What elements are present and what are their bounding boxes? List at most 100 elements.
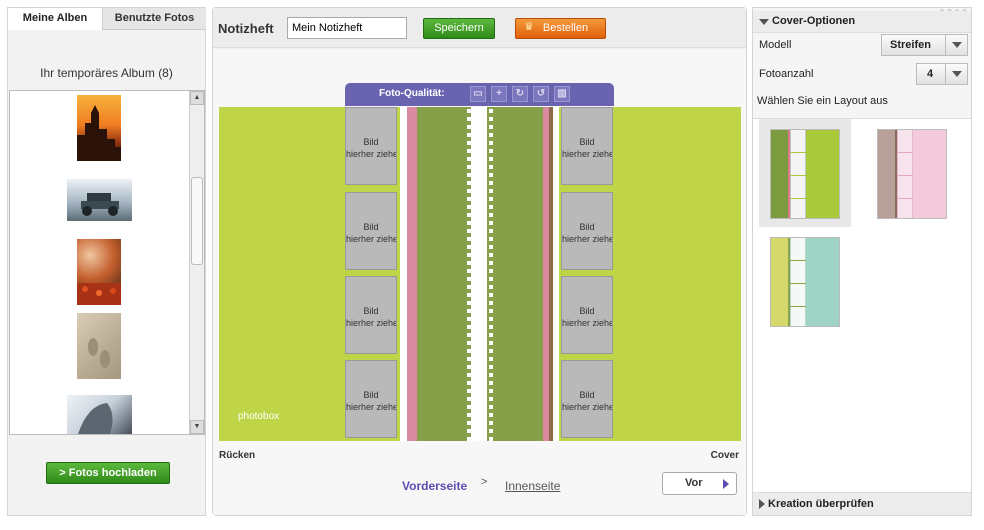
car-silhouette [81,193,119,216]
photo-slot-front-1[interactable]: Bildhierher ziehen [561,107,613,185]
spine-dot [467,189,471,193]
review-creation-header[interactable]: Kreation überprüfen [753,492,971,515]
layout-thumb-green [770,129,840,219]
spine-dot [467,357,471,361]
spine-dot [489,261,493,265]
next-label: Vor [685,477,703,489]
photo-list[interactable]: ▲ ▼ [9,90,205,435]
upload-photos-button[interactable]: > Fotos hochladen [46,462,170,484]
spine-dot [467,261,471,265]
spine-dot [489,197,493,201]
spine-dot [467,181,471,185]
photo-slot-back-1[interactable]: Bildhierher ziehen [345,107,397,185]
spine-dot [481,229,485,233]
tab-used-photos[interactable]: Benutzte Fotos [103,8,206,30]
thumb-sculpture[interactable] [67,395,132,434]
spine-dot [467,141,471,145]
spine-dot [467,429,471,433]
spine-dot [467,285,471,289]
cover-options-header[interactable]: Cover-Optionen [753,11,971,33]
spine-dot [489,181,493,185]
spine-dot [489,325,493,329]
thumb-autumn-trees[interactable] [77,239,121,305]
nav-inside-page[interactable]: Innenseite [505,479,560,493]
model-select[interactable]: Streifen [881,34,968,56]
spine-dot [489,245,493,249]
scroll-down-icon[interactable]: ▼ [190,420,204,434]
spine-dot [489,365,493,369]
spine-dot [467,317,471,321]
spine-dot [489,205,493,209]
spine-dot [467,157,471,161]
spine-dot [467,277,471,281]
next-button[interactable]: Vor [662,472,737,495]
layout-option-green[interactable] [759,119,851,227]
spine-dot [481,221,485,225]
cover-canvas[interactable]: Bildhierher ziehen Bildhierher ziehen Bi… [219,107,741,441]
spine-dot [467,205,471,209]
layout-option-teal[interactable] [759,227,851,335]
spine-dot [481,413,485,417]
spine-dot [489,309,493,313]
spine-dot [467,149,471,153]
rotate-icon[interactable]: ↻ [512,86,528,102]
back-white-stripe [400,107,407,441]
thumb-vintage-car[interactable] [67,179,132,221]
editor-panel: Notizheft Speichern ♛ Bestellen Foto-Qua… [212,7,747,516]
spine-dot [489,381,493,385]
spine-dot [481,277,485,281]
photo-slot-front-2[interactable]: Bildhierher ziehen [561,192,613,270]
spine-dot [467,133,471,137]
scroll-up-icon[interactable]: ▲ [190,91,204,105]
spine-dot [481,349,485,353]
photo-slot-back-4[interactable]: Bildhierher ziehen [345,360,397,438]
notebook-name-input[interactable] [287,17,407,39]
scroll-thumb[interactable] [191,177,203,265]
spine-dot [467,301,471,305]
thumb-sunset-city[interactable] [77,95,121,161]
spine-dot [489,397,493,401]
save-button[interactable]: Speichern [423,18,495,39]
spine-dot [489,213,493,217]
spine-dot [489,109,493,113]
spine-dot [481,117,485,121]
spine-dot [481,365,485,369]
order-label: Bestellen [542,22,589,34]
spine-dot [489,141,493,145]
spine-dot [481,357,485,361]
photo-slot-back-3[interactable]: Bildhierher ziehen [345,276,397,354]
cover-label: Cover [710,450,739,461]
spine-dot [481,421,485,425]
spine-dot [467,213,471,217]
delete-icon[interactable]: ▥ [554,86,570,102]
layout-option-pink[interactable] [866,119,958,227]
spine-dot [481,285,485,289]
spine-dot [489,253,493,257]
photo-list-scrollbar[interactable]: ▲ ▼ [189,91,204,434]
spine-dot [489,237,493,241]
order-button[interactable]: ♛ Bestellen [515,18,606,39]
spine-dot [467,117,471,121]
crop-icon[interactable]: ▭ [470,86,486,102]
spine-dot [489,157,493,161]
undo-icon[interactable]: ↺ [533,86,549,102]
spine-dot [467,405,471,409]
tab-my-albums[interactable]: Meine Alben [8,8,103,30]
zoom-icon[interactable]: + [491,86,507,102]
spine-dot [489,165,493,169]
thumb-footprints-sand[interactable] [77,313,121,379]
photo-slot-front-4[interactable]: Bildhierher ziehen [561,360,613,438]
spine-dot [467,253,471,257]
nav-front-side[interactable]: Vorderseite [402,479,467,493]
photo-count-select[interactable]: 4 [916,63,968,85]
photo-slot-back-2[interactable]: Bildhierher ziehen [345,192,397,270]
spine-dot [467,245,471,249]
spine-dot [489,341,493,345]
spine-dot [467,413,471,417]
spine-dot [481,125,485,129]
spine-dot [489,349,493,353]
spine-dot [467,365,471,369]
spine-dot [467,381,471,385]
photo-slot-front-3[interactable]: Bildhierher ziehen [561,276,613,354]
spine-dot [489,285,493,289]
